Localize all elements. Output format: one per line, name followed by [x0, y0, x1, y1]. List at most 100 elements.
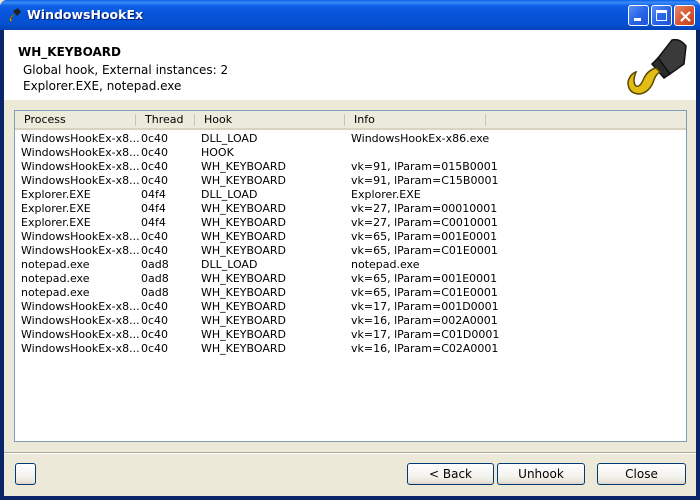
cell-process: WindowsHookEx-x8... — [21, 342, 139, 355]
cell-hook: WH_KEYBOARD — [201, 300, 286, 313]
cell-process: WindowsHookEx-x8... — [21, 244, 139, 257]
minimize-button[interactable] — [628, 5, 649, 26]
cell-hook: WH_KEYBOARD — [201, 202, 286, 215]
cell-info: vk=65, lParam=001E0001 — [351, 230, 498, 243]
cell-hook: WH_KEYBOARD — [201, 216, 286, 229]
table-row[interactable]: WindowsHookEx-x8... 0c40 WH_KEYBOARD vk=17,… — [15, 300, 686, 314]
back-button[interactable]: < Back — [407, 463, 494, 485]
cell-info: vk=65, lParam=C01E0001 — [351, 286, 498, 299]
table-row[interactable]: WindowsHookEx-x8... 0c40 WH_KEYBOARD vk=16,… — [15, 314, 686, 328]
cell-thread: 0c40 — [141, 132, 169, 145]
cell-hook: HOOK — [201, 146, 234, 159]
cell-info: notepad.exe — [351, 258, 420, 271]
cell-hook: WH_KEYBOARD — [201, 230, 286, 243]
table-row[interactable]: WindowsHookEx-x8... 0c40 WH_KEYBOARD vk=91,… — [15, 174, 686, 188]
cell-hook: WH_KEYBOARD — [201, 174, 286, 187]
cell-info: vk=16, lParam=C02A0001 — [351, 342, 499, 355]
footer-separator — [4, 452, 696, 454]
cell-thread: 0c40 — [141, 328, 169, 341]
cell-info: vk=17, lParam=001D0001 — [351, 300, 499, 313]
minimize-icon — [634, 18, 641, 21]
list-header: Process Thread Hook Info — [15, 111, 686, 130]
column-header-hook[interactable]: Hook — [195, 111, 345, 129]
cell-hook: WH_KEYBOARD — [201, 244, 286, 257]
table-row[interactable]: WindowsHookEx-x8... 0c40 WH_KEYBOARD vk=65,… — [15, 230, 686, 244]
cell-process: notepad.exe — [21, 286, 90, 299]
close-window-button[interactable] — [674, 5, 695, 26]
cell-info: Explorer.EXE — [351, 188, 421, 201]
title-bar[interactable]: WindowsHookEx — [0, 0, 700, 30]
table-row[interactable]: Explorer.EXE 04f4 WH_KEYBOARD vk=27, lParam… — [15, 202, 686, 216]
cell-thread: 04f4 — [141, 202, 166, 215]
cell-process: Explorer.EXE — [21, 188, 91, 201]
cell-hook: DLL_LOAD — [201, 258, 258, 271]
cell-process: notepad.exe — [21, 258, 90, 271]
main-window: WindowsHookEx WH_KEYBOARD Global hook, E… — [0, 0, 700, 500]
table-row[interactable]: WindowsHookEx-x8... 0c40 WH_KEYBOARD vk=16,… — [15, 342, 686, 356]
cell-process: notepad.exe — [21, 272, 90, 285]
cell-info: vk=91, lParam=C15B0001 — [351, 174, 499, 187]
cell-hook: WH_KEYBOARD — [201, 342, 286, 355]
cell-thread: 0c40 — [141, 314, 169, 327]
cell-thread: 0c40 — [141, 174, 169, 187]
column-header-process[interactable]: Process — [15, 111, 136, 129]
close-icon — [680, 11, 691, 22]
table-row[interactable]: WindowsHookEx-x8... 0c40 DLL_LOAD WindowsHo… — [15, 132, 686, 146]
cell-process: WindowsHookEx-x8... — [21, 160, 139, 173]
cell-info: vk=65, lParam=001E0001 — [351, 272, 498, 285]
cell-hook: WH_KEYBOARD — [201, 160, 286, 173]
cell-process: WindowsHookEx-x8... — [21, 230, 139, 243]
hook-icon — [9, 8, 21, 22]
cell-thread: 04f4 — [141, 188, 166, 201]
cell-hook: WH_KEYBOARD — [201, 328, 286, 341]
table-row[interactable]: notepad.exe 0ad8 DLL_LOAD notepad.exe — [15, 258, 686, 272]
table-row[interactable]: WindowsHookEx-x8... 0c40 HOOK — [15, 146, 686, 160]
cell-thread: 0c40 — [141, 230, 169, 243]
table-row[interactable]: WindowsHookEx-x8... 0c40 WH_KEYBOARD vk=91,… — [15, 160, 686, 174]
cell-thread: 0ad8 — [141, 272, 169, 285]
cell-hook: WH_KEYBOARD — [201, 314, 286, 327]
cell-hook: DLL_LOAD — [201, 132, 258, 145]
table-row[interactable]: Explorer.EXE 04f4 WH_KEYBOARD vk=27, lParam… — [15, 216, 686, 230]
maximize-icon — [656, 10, 667, 21]
window-title: WindowsHookEx — [27, 7, 144, 22]
maximize-button[interactable] — [651, 5, 672, 26]
table-row[interactable]: notepad.exe 0ad8 WH_KEYBOARD vk=65, lParam=… — [15, 272, 686, 286]
cell-process: WindowsHookEx-x8... — [21, 314, 139, 327]
cell-info: WindowsHookEx-x86.exe — [351, 132, 490, 145]
cell-hook: DLL_LOAD — [201, 188, 258, 201]
cell-thread: 0c40 — [141, 342, 169, 355]
hooked-processes: Explorer.EXE, notepad.exe — [23, 79, 182, 93]
unhook-button[interactable]: Unhook — [497, 463, 585, 485]
cell-process: WindowsHookEx-x8... — [21, 328, 139, 341]
cell-info: vk=91, lParam=015B0001 — [351, 160, 498, 173]
cell-info: vk=27, lParam=00010001 — [351, 202, 498, 215]
column-header-info[interactable]: Info — [345, 111, 486, 129]
cell-info: vk=27, lParam=C0010001 — [351, 216, 498, 229]
cell-process: Explorer.EXE — [21, 216, 91, 229]
dialog-client: WH_KEYBOARD Global hook, External instan… — [4, 30, 696, 496]
table-row[interactable]: WindowsHookEx-x8... 0c40 WH_KEYBOARD vk=65,… — [15, 244, 686, 258]
options-button[interactable] — [15, 463, 36, 485]
close-button[interactable]: Close — [597, 463, 686, 485]
column-header-thread[interactable]: Thread — [136, 111, 195, 129]
events-list[interactable]: Process Thread Hook Info WindowsHookEx-x… — [14, 110, 687, 442]
table-row[interactable]: Explorer.EXE 04f4 DLL_LOAD Explorer.EXE — [15, 188, 686, 202]
cell-thread: 0c40 — [141, 300, 169, 313]
table-row[interactable]: notepad.exe 0ad8 WH_KEYBOARD vk=65, lParam=… — [15, 286, 686, 300]
cell-info: vk=17, lParam=C01D0001 — [351, 328, 500, 341]
cell-thread: 0c40 — [141, 146, 169, 159]
cell-process: WindowsHookEx-x8... — [21, 300, 139, 313]
cell-hook: WH_KEYBOARD — [201, 272, 286, 285]
cell-thread: 0ad8 — [141, 258, 169, 271]
hook-type-title: WH_KEYBOARD — [18, 45, 121, 59]
table-row[interactable]: WindowsHookEx-x8... 0c40 WH_KEYBOARD vk=17,… — [15, 328, 686, 342]
cell-hook: WH_KEYBOARD — [201, 286, 286, 299]
cell-thread: 0ad8 — [141, 286, 169, 299]
cell-process: WindowsHookEx-x8... — [21, 174, 139, 187]
hook-summary: Global hook, External instances: 2 — [23, 63, 229, 77]
header-panel: WH_KEYBOARD Global hook, External instan… — [4, 30, 696, 100]
cell-thread: 0c40 — [141, 160, 169, 173]
cell-info: vk=65, lParam=C01E0001 — [351, 244, 498, 257]
cell-info: vk=16, lParam=002A0001 — [351, 314, 498, 327]
